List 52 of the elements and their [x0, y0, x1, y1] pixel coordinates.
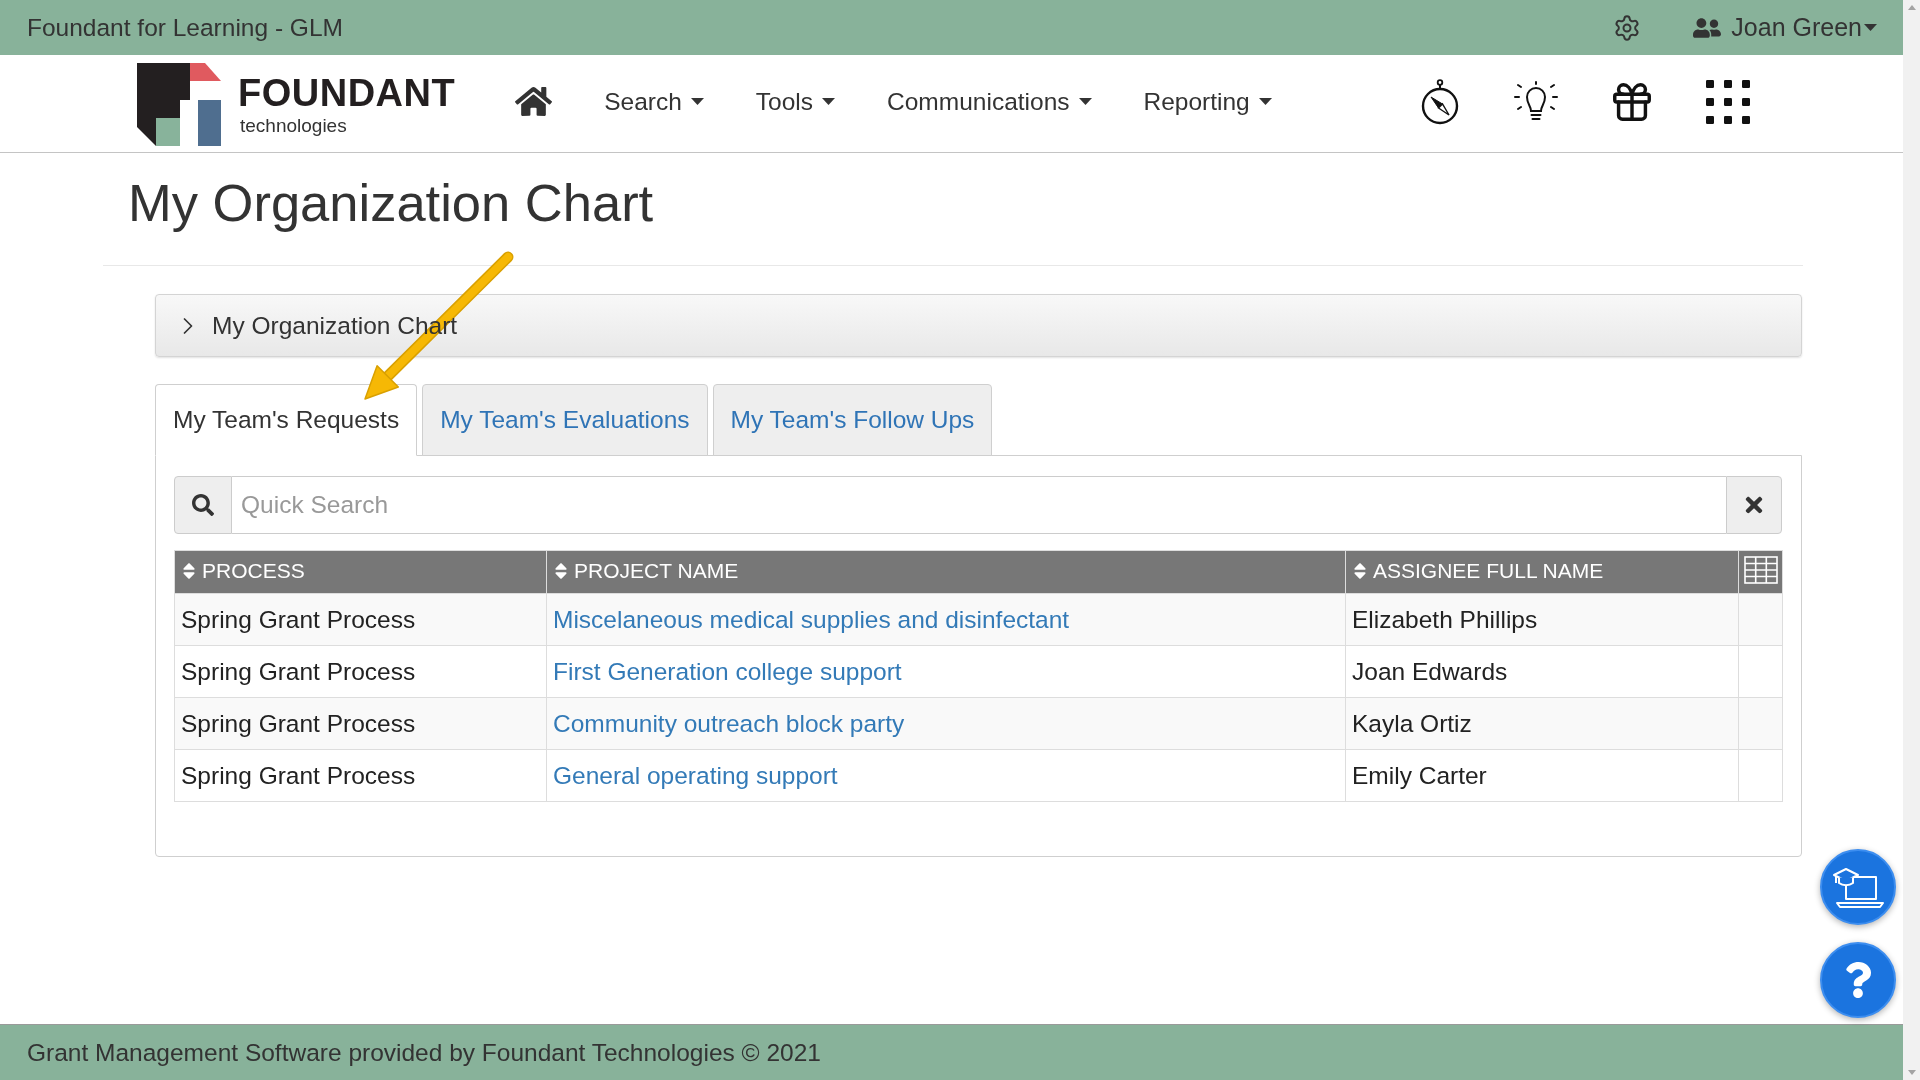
table-cell	[1738, 697, 1783, 750]
caret-icon	[1258, 98, 1272, 105]
stopwatch-icon[interactable]	[1420, 78, 1460, 125]
table-grid-icon	[1743, 556, 1778, 584]
clear-search-button[interactable]	[1726, 476, 1782, 534]
user-menu-button[interactable]: Joan Green	[1693, 13, 1877, 42]
logo-tagline: technologies	[240, 116, 348, 135]
column-header-label: ASSIGNEE FULL NAME	[1373, 558, 1604, 583]
caret-icon	[1864, 24, 1877, 31]
table-cell	[1738, 593, 1783, 646]
project-link[interactable]: General operating support	[553, 761, 838, 789]
column-header-label: PROJECT NAME	[574, 558, 739, 583]
caret-icon	[1078, 98, 1092, 105]
help-button[interactable]	[1820, 942, 1896, 1018]
training-button[interactable]	[1820, 849, 1896, 925]
tab[interactable]: My Team's Evaluations	[422, 384, 708, 456]
column-header-label: PROCESS	[202, 558, 305, 583]
table-cell: Spring Grant Process	[174, 593, 547, 646]
caret-icon	[822, 98, 836, 105]
search-icon	[192, 494, 214, 516]
app-title: Foundant for Learning - GLM	[27, 13, 343, 42]
page-title: My Organization Chart	[128, 173, 655, 233]
grid-menu-icon[interactable]	[1706, 79, 1750, 124]
table-cell: Spring Grant Process	[174, 645, 547, 698]
settings-icon[interactable]	[1613, 13, 1642, 42]
table-cell	[1738, 749, 1783, 802]
column-header[interactable]: PROCESS	[174, 550, 547, 594]
lightbulb-icon[interactable]	[1513, 80, 1559, 123]
laptop-icon	[1832, 865, 1884, 909]
nav-menu-item[interactable]: Communications	[861, 87, 1118, 116]
search-field[interactable]: Quick Search	[232, 476, 1726, 534]
nav-menu-item[interactable]: Tools	[729, 87, 862, 116]
project-link[interactable]: First Generation college support	[553, 657, 902, 685]
column-header[interactable]: ASSIGNEE FULL NAME	[1345, 550, 1739, 594]
table-cell: Elizabeth Phillips	[1345, 593, 1739, 646]
table-cell: Kayla Ortiz	[1345, 697, 1739, 750]
table-cell	[1738, 645, 1783, 698]
column-chooser-button[interactable]	[1738, 550, 1783, 594]
footer-text: Grant Management Software provided by Foundant Technologies © 2021	[27, 1038, 821, 1067]
table-cell: Joan Edwards	[1345, 645, 1739, 698]
tab[interactable]: My Team's Requests	[155, 384, 418, 456]
table-cell: Emily Carter	[1345, 749, 1739, 802]
caret-icon	[690, 98, 704, 105]
column-header[interactable]: PROJECT NAME	[546, 550, 1346, 594]
project-link[interactable]: Community outreach block party	[553, 709, 905, 737]
table-cell: Spring Grant Process	[174, 697, 547, 750]
table-cell: Spring Grant Process	[174, 749, 547, 802]
project-link[interactable]: Miscelaneous medical supplies and disinfectant	[553, 605, 1070, 633]
nav-menu-item[interactable]: Reporting	[1117, 87, 1298, 116]
nav-menu-item[interactable]: Search	[578, 87, 730, 116]
logo-wordmark: FOUNDANT	[238, 74, 456, 112]
tab[interactable]: My Team's Follow Ups	[712, 384, 993, 456]
